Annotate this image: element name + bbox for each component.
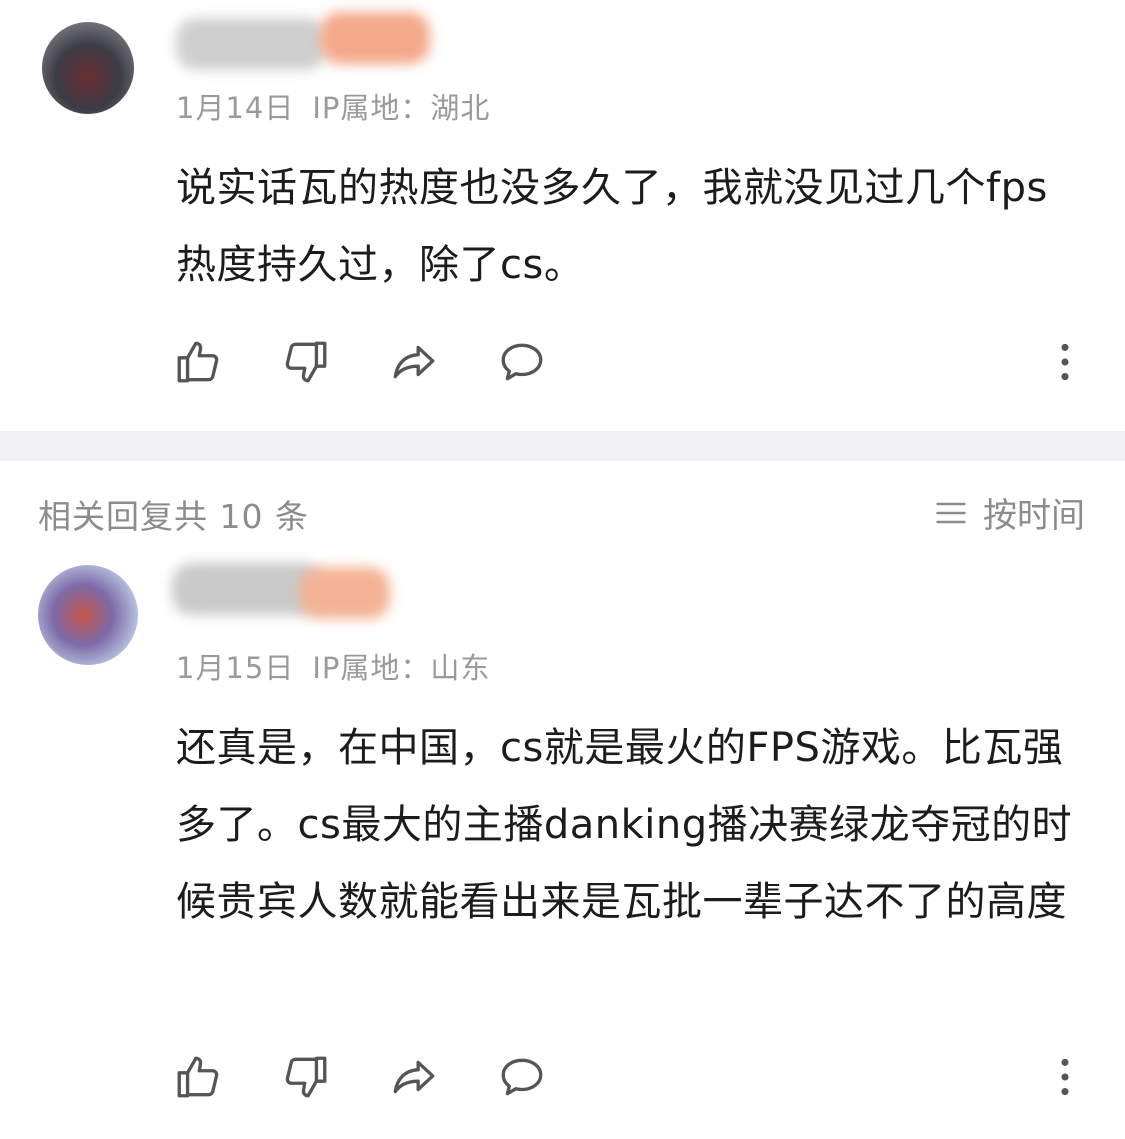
comment-actions (0, 1047, 1125, 1107)
username-redacted-accent (320, 12, 430, 64)
thumbs-down-icon (285, 341, 327, 383)
comment-item: 1月14日 IP属地：湖北 说实话瓦的热度也没多久了，我就没见过几个fps热度持久… (0, 0, 1125, 431)
thumbs-up-icon (177, 1056, 219, 1098)
dislike-button[interactable] (276, 1047, 336, 1107)
username-redacted[interactable] (176, 18, 326, 70)
comment-meta: 1月14日 IP属地：湖北 (176, 85, 508, 127)
comment-icon (501, 1058, 543, 1096)
more-vertical-icon (1061, 343, 1069, 381)
ip-location: IP属地：山东 (312, 651, 491, 685)
comment-date: 1月14日 (176, 91, 295, 125)
like-button[interactable] (168, 332, 228, 392)
more-vertical-icon (1061, 1058, 1069, 1096)
ip-location: IP属地：湖北 (312, 91, 491, 125)
sort-lines-icon (936, 502, 966, 523)
share-button[interactable] (384, 1047, 444, 1107)
share-icon (393, 345, 435, 379)
username-redacted-accent (300, 567, 390, 619)
comment-text: 还真是，在中国，cs就是最火的FPS游戏。比瓦强多了。cs最大的主播dankin… (176, 725, 1073, 925)
more-options-button[interactable] (1035, 1047, 1095, 1107)
comment-meta: 1月15日 IP属地：山东 (176, 645, 508, 687)
dislike-button[interactable] (276, 332, 336, 392)
comment-actions (0, 332, 1125, 392)
avatar[interactable] (38, 565, 138, 665)
share-button[interactable] (384, 332, 444, 392)
comment-icon (501, 343, 543, 381)
thumbs-down-icon (285, 1056, 327, 1098)
comment-item: 1月15日 IP属地：山东 还真是，在中国，cs就是最火的FPS游戏。比瓦强多了。… (0, 545, 1125, 1139)
sort-label: 按时间 (983, 496, 1085, 536)
like-button[interactable] (168, 1047, 228, 1107)
comment-date: 1月15日 (176, 651, 295, 685)
replies-count: 相关回复共 10 条 (38, 497, 309, 536)
reply-button[interactable] (492, 1047, 552, 1107)
comment-text: 说实话瓦的热度也没多久了，我就没见过几个fps热度持久过，除了cs。 (176, 165, 1048, 288)
share-icon (393, 1060, 435, 1094)
section-divider (0, 431, 1125, 461)
sort-toggle[interactable]: 按时间 (933, 488, 1085, 537)
more-options-button[interactable] (1035, 332, 1095, 392)
thumbs-up-icon (177, 341, 219, 383)
avatar[interactable] (42, 22, 134, 114)
replies-header: 相关回复共 10 条 按时间 (0, 482, 1125, 542)
reply-button[interactable] (492, 332, 552, 392)
